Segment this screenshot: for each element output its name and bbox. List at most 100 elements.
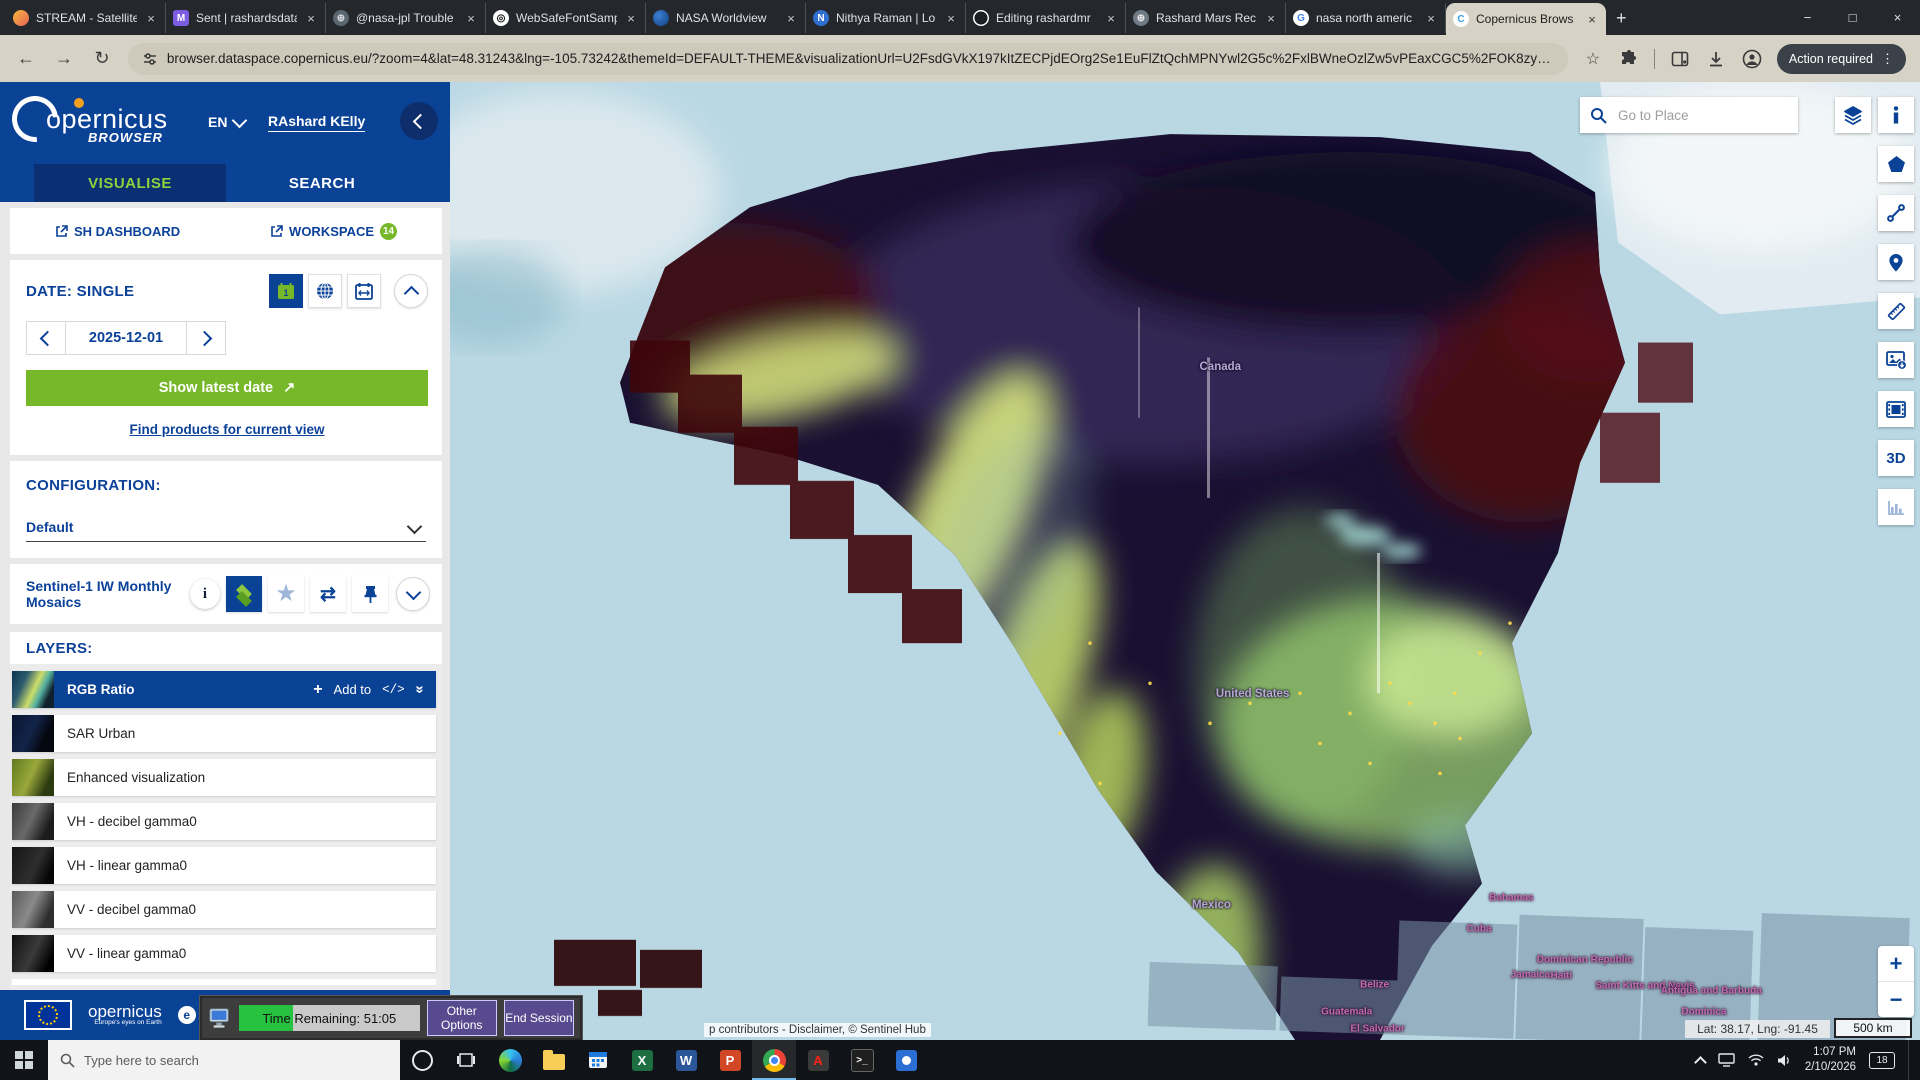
workspace-link[interactable]: WORKSPACE 14 [270,223,397,240]
collapse-date-section-button[interactable] [394,274,428,308]
show-latest-date-button[interactable]: Show latest date ↗ [26,370,428,406]
close-button[interactable]: × [1875,10,1920,25]
new-tab-button[interactable]: + [1616,8,1627,29]
draw-line-button[interactable] [1878,195,1914,231]
profile-avatar-icon[interactable] [1741,48,1763,70]
browser-tab[interactable]: ⊕ @nasa-jpl Trouble × [326,3,486,33]
dataset-pin-button[interactable] [352,576,388,612]
back-button[interactable]: ← [14,48,38,69]
terrain-3d-button[interactable]: 3D [1878,440,1914,476]
calendar-taskbar-icon[interactable] [576,1040,620,1080]
current-date-value[interactable]: 2025-12-01 [66,321,186,355]
single-date-mode-button[interactable]: 1 [269,274,303,308]
browser-tab[interactable]: ⊕ Rashard Mars Rec × [1126,3,1286,33]
date-range-mode-button[interactable] [347,274,381,308]
taskbar-search[interactable]: Type here to search [48,1040,400,1080]
browser-tab[interactable]: N Nithya Raman | Lo × [806,3,966,33]
browser-tab[interactable]: G nasa north americ × [1286,3,1446,33]
language-selector[interactable]: EN [208,114,245,130]
go-to-place-input[interactable] [1616,107,1770,124]
basemap-layers-button[interactable] [1835,97,1871,133]
dataset-compare-button[interactable]: ⇄ [310,576,346,612]
word-taskbar-icon[interactable]: W [664,1040,708,1080]
clock[interactable]: 1:07 PM 2/10/2026 [1805,1045,1856,1075]
tab-close-icon[interactable]: × [464,11,478,26]
sh-dashboard-link[interactable]: SH DASHBOARD [55,224,180,239]
address-bar[interactable]: browser.dataspace.copernicus.eu/?zoom=4&… [128,43,1568,75]
tab-visualise[interactable]: VISUALISE [34,164,226,202]
download-image-button[interactable] [1878,342,1914,378]
other-options-button[interactable]: Other Options [427,1000,497,1036]
dataset-favorite-button[interactable]: ★ [268,576,304,612]
browser-tab[interactable]: C Copernicus Brows × [1446,3,1606,35]
next-date-button[interactable] [186,321,226,355]
layer-row[interactable]: RGB Ratio + Add to </> » [12,671,436,708]
dataset-info-button[interactable]: i [190,579,220,609]
browser-tab[interactable]: NASA Worldview × [646,3,806,33]
layer-row[interactable]: VV - linear gamma0 + Add to </> » [12,935,436,972]
tab-close-icon[interactable]: × [624,11,638,26]
sidebar-collapse-button[interactable] [400,102,438,140]
acrobat-taskbar-icon[interactable]: A [796,1040,840,1080]
browser-tab[interactable]: Editing rashardmr × [966,3,1126,33]
display-tray-icon[interactable] [1718,1053,1735,1067]
extensions-icon[interactable] [1618,48,1640,70]
browser-tab[interactable]: STREAM - Satellite × [6,3,166,33]
teams-taskbar-icon[interactable] [884,1040,928,1080]
reload-button[interactable]: ↻ [90,48,114,69]
user-menu[interactable]: RAshard KElly [268,113,365,132]
terminal-taskbar-icon[interactable]: >_ [840,1040,884,1080]
task-view-button[interactable] [444,1040,488,1080]
double-chevron-down-icon[interactable]: » [411,685,428,693]
tab-close-icon[interactable]: × [1424,11,1438,26]
download-icon[interactable] [1705,48,1727,70]
layer-row[interactable]: SAR Urban + Add to </> » [12,715,436,752]
browser-tab[interactable]: ◎ WebSafeFontSamp × [486,3,646,33]
tab-close-icon[interactable]: × [784,11,798,26]
timelapse-button[interactable] [1878,391,1914,427]
zoom-out-button[interactable]: − [1878,981,1914,1017]
measure-tool-button[interactable] [1878,293,1914,329]
code-editor-button[interactable]: </> [382,683,405,697]
edge-taskbar-icon[interactable] [488,1040,532,1080]
action-required-button[interactable]: Action required ⋮ [1777,44,1906,74]
tab-close-icon[interactable]: × [944,11,958,26]
minimize-button[interactable]: − [1785,10,1830,25]
browser-tab[interactable]: M Sent | rashardsdata × [166,3,326,33]
histogram-button[interactable] [1878,489,1914,525]
notification-center-button[interactable]: 18 [1869,1052,1895,1069]
hidden-icons-chevron[interactable] [1694,1056,1707,1069]
start-button[interactable] [0,1040,48,1080]
find-products-link[interactable]: Find products for current view [26,421,428,439]
tab-close-icon[interactable]: × [144,11,158,26]
cortana-button[interactable] [400,1040,444,1080]
map-viewport[interactable]: Canada United States Mexico Bahamas Cuba… [450,82,1920,1040]
side-panel-icon[interactable] [1669,48,1691,70]
wifi-tray-icon[interactable] [1748,1054,1764,1066]
expand-dataset-button[interactable] [396,577,430,611]
tab-close-icon[interactable]: × [304,11,318,26]
layer-row[interactable]: VV - decibel gamma0 + Add to </> » [12,891,436,928]
tab-search[interactable]: SEARCH [226,164,418,202]
chrome-taskbar-icon[interactable] [752,1040,796,1080]
pill-menu-icon[interactable]: ⋮ [1881,51,1894,67]
maximize-button[interactable]: □ [1830,10,1875,25]
bookmark-star-icon[interactable]: ☆ [1582,48,1604,70]
place-marker-button[interactable] [1878,244,1914,280]
info-tool-button[interactable] [1878,97,1914,133]
configuration-select[interactable]: Default [26,519,426,542]
tab-close-icon[interactable]: × [1585,12,1599,27]
file-explorer-taskbar-icon[interactable] [532,1040,576,1080]
tab-close-icon[interactable]: × [1264,11,1278,26]
draw-polygon-button[interactable] [1878,146,1914,182]
excel-taskbar-icon[interactable]: X [620,1040,664,1080]
powerpoint-taskbar-icon[interactable]: P [708,1040,752,1080]
mosaic-date-mode-button[interactable] [308,274,342,308]
layer-row[interactable]: VH - decibel gamma0 + Add to </> » [12,803,436,840]
map-attribution[interactable]: p contributors - Disclaimer, © Sentinel … [704,1023,931,1037]
end-session-button[interactable]: End Session [504,1000,574,1036]
add-to-button[interactable]: Add to [334,682,372,697]
plus-icon[interactable]: + [313,681,322,699]
show-desktop-button[interactable] [1908,1040,1914,1080]
forward-button[interactable]: → [52,48,76,69]
